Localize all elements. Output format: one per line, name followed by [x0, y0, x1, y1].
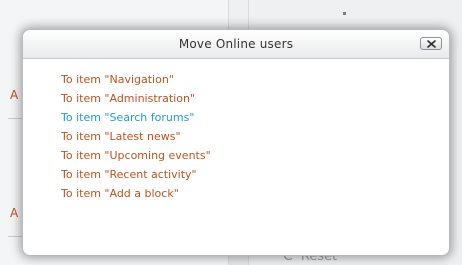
move-target-link[interactable]: To item "Navigation": [61, 70, 449, 89]
move-target-link[interactable]: To item "Recent activity": [61, 165, 449, 184]
dialog-header: Move Online users: [23, 30, 449, 59]
background-letter: A: [10, 206, 19, 220]
dialog-body: To item "Navigation" To item "Administra…: [23, 59, 449, 203]
move-target-link[interactable]: To item "Search forums": [61, 108, 449, 127]
close-button[interactable]: [420, 37, 442, 50]
move-target-list: To item "Navigation" To item "Administra…: [61, 70, 449, 203]
close-icon: [427, 40, 436, 48]
move-target-link[interactable]: To item "Administration": [61, 89, 449, 108]
background-mark: [343, 12, 346, 15]
move-target-link[interactable]: To item "Upcoming events": [61, 146, 449, 165]
move-block-dialog: Move Online users To item "Navigation" T…: [22, 29, 450, 256]
dialog-title: Move Online users: [178, 37, 294, 51]
move-target-link[interactable]: To item "Add a block": [61, 184, 449, 203]
background-letter: A: [10, 88, 19, 102]
move-target-link[interactable]: To item "Latest news": [61, 127, 449, 146]
